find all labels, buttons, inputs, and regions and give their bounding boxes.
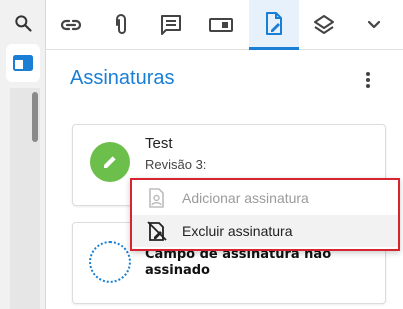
signature-status-badge — [90, 142, 130, 182]
signature-icon — [266, 11, 282, 35]
paperclip-icon — [116, 14, 126, 34]
pencil-icon — [104, 155, 117, 168]
link-icon — [60, 19, 82, 31]
add-signature-icon — [149, 188, 164, 208]
panel-title: Assinaturas — [70, 67, 175, 89]
panel-view-button[interactable] — [6, 44, 40, 82]
search-button[interactable] — [6, 6, 40, 40]
delete-signature-icon — [147, 221, 167, 241]
unsigned-field-label: Campo de assinatura não assinado — [145, 247, 332, 278]
comments-tab[interactable] — [146, 0, 196, 50]
unsigned-field-icon — [89, 241, 131, 283]
menu-item-add-signature[interactable]: Adicionar assinatura — [132, 182, 398, 214]
search-icon — [15, 15, 32, 32]
links-tab[interactable] — [46, 0, 96, 50]
signature-context-menu: Adicionar assinatura Excluir assinatura — [130, 178, 400, 251]
more-vertical-icon — [366, 72, 370, 88]
menu-item-label: Adicionar assinatura — [182, 190, 309, 206]
layers-icon — [314, 15, 334, 34]
form-fields-tab[interactable] — [196, 0, 246, 50]
panel-options-button[interactable] — [356, 68, 380, 92]
signatures-tab[interactable] — [249, 0, 299, 50]
panel-toolbar — [46, 0, 403, 50]
form-field-icon — [209, 18, 233, 32]
signer-name: Test — [145, 135, 173, 152]
chevron-down-icon — [367, 20, 381, 29]
signature-revision: Revisão 3: — [145, 157, 207, 172]
menu-item-delete-signature[interactable]: Excluir assinatura — [132, 215, 398, 247]
panel-view-icon — [13, 55, 33, 71]
page-scrollbar[interactable] — [32, 92, 38, 142]
attachments-tab[interactable] — [96, 0, 146, 50]
layers-tab[interactable] — [299, 0, 349, 50]
left-sidebar — [0, 0, 46, 309]
comment-icon — [161, 15, 181, 35]
more-tabs-button[interactable] — [349, 0, 399, 50]
menu-item-label: Excluir assinatura — [182, 223, 293, 239]
